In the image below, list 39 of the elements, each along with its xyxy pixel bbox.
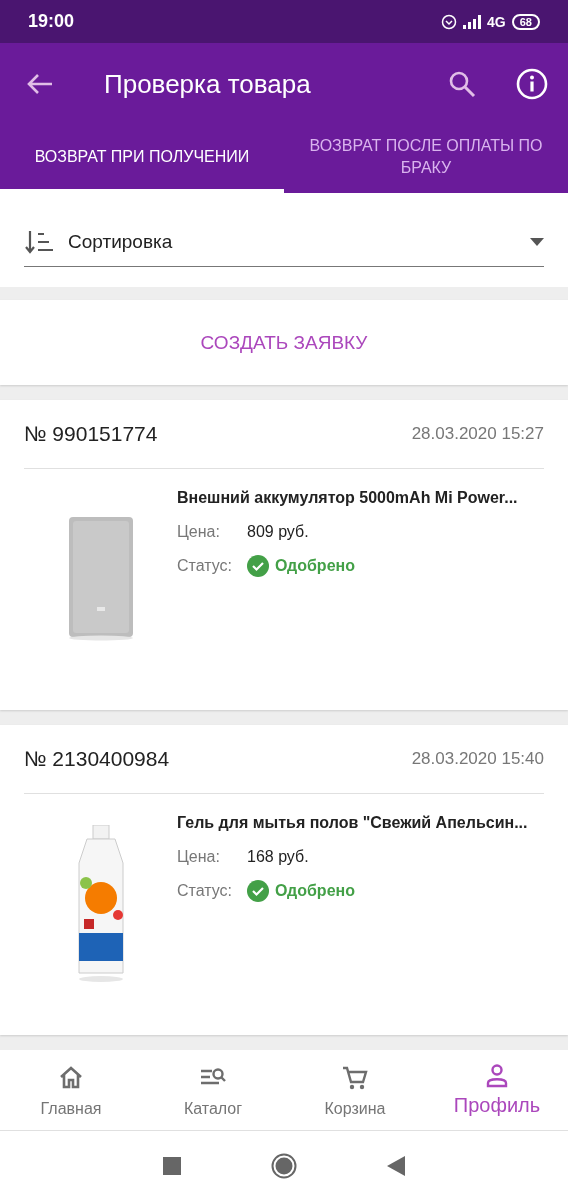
cart-icon	[341, 1064, 369, 1092]
price-value: 809 руб.	[247, 523, 309, 541]
home-button[interactable]	[271, 1152, 297, 1179]
check-circle-icon	[247, 555, 269, 577]
signal-icon	[463, 14, 482, 29]
product-name: Гель для мытья полов "Свежий Апельсин...	[177, 814, 528, 832]
back-button[interactable]	[26, 72, 54, 96]
price-label: Цена:	[177, 523, 221, 541]
create-request-button[interactable]: СОЗДАТЬ ЗАЯВКУ	[0, 300, 568, 385]
nav-item[interactable]: Главная	[0, 1050, 142, 1130]
back-nav-button[interactable]	[387, 1155, 405, 1176]
order-card[interactable]: № 2130400984 28.03.2020 15:40 Гель для мытья полов "Свежий Апельсин... Цена: 168 руб. Статус: Одобрено	[0, 725, 568, 1035]
order-number: № 990151774	[24, 422, 158, 446]
search-button[interactable]	[448, 70, 476, 98]
alarm-icon	[441, 13, 458, 30]
nav-item[interactable]: Каталог	[142, 1050, 284, 1130]
product-name: Внешний аккумулятор 5000mAh Mi Power...	[177, 489, 518, 507]
order-date: 28.03.2020 15:40	[411, 749, 544, 769]
sort-icon	[24, 228, 54, 255]
screen-title: Проверка товара	[104, 68, 312, 100]
price-label: Цена:	[177, 848, 221, 866]
dropdown-caret-icon	[530, 237, 544, 246]
tab[interactable]: ВОЗВРАТ ПОСЛЕ ОПЛАТЫ ПО БРАКУ	[284, 125, 568, 193]
recents-button[interactable]	[163, 1156, 181, 1175]
price-value: 168 руб.	[247, 848, 309, 866]
status-value: Одобрено	[275, 557, 355, 575]
order-number: № 2130400984	[24, 747, 170, 771]
check-circle-icon	[247, 880, 269, 902]
network-type: 4G	[487, 13, 506, 30]
status-label: Статус:	[177, 557, 234, 575]
status-label: Статус:	[177, 882, 234, 900]
order-date: 28.03.2020 15:27	[411, 424, 544, 444]
status-time: 19:00	[28, 11, 75, 32]
info-button[interactable]	[516, 68, 548, 100]
nav-item[interactable]: Корзина	[284, 1050, 426, 1130]
battery-level: 68	[511, 13, 540, 30]
status-value: Одобрено	[275, 882, 355, 900]
order-card[interactable]: № 990151774 28.03.2020 15:27 Внешний аккумулятор 5000mAh Mi Power... Цена: 809 руб. Статус: Одобрено	[0, 400, 568, 710]
nav-item[interactable]: Профиль	[426, 1050, 568, 1130]
